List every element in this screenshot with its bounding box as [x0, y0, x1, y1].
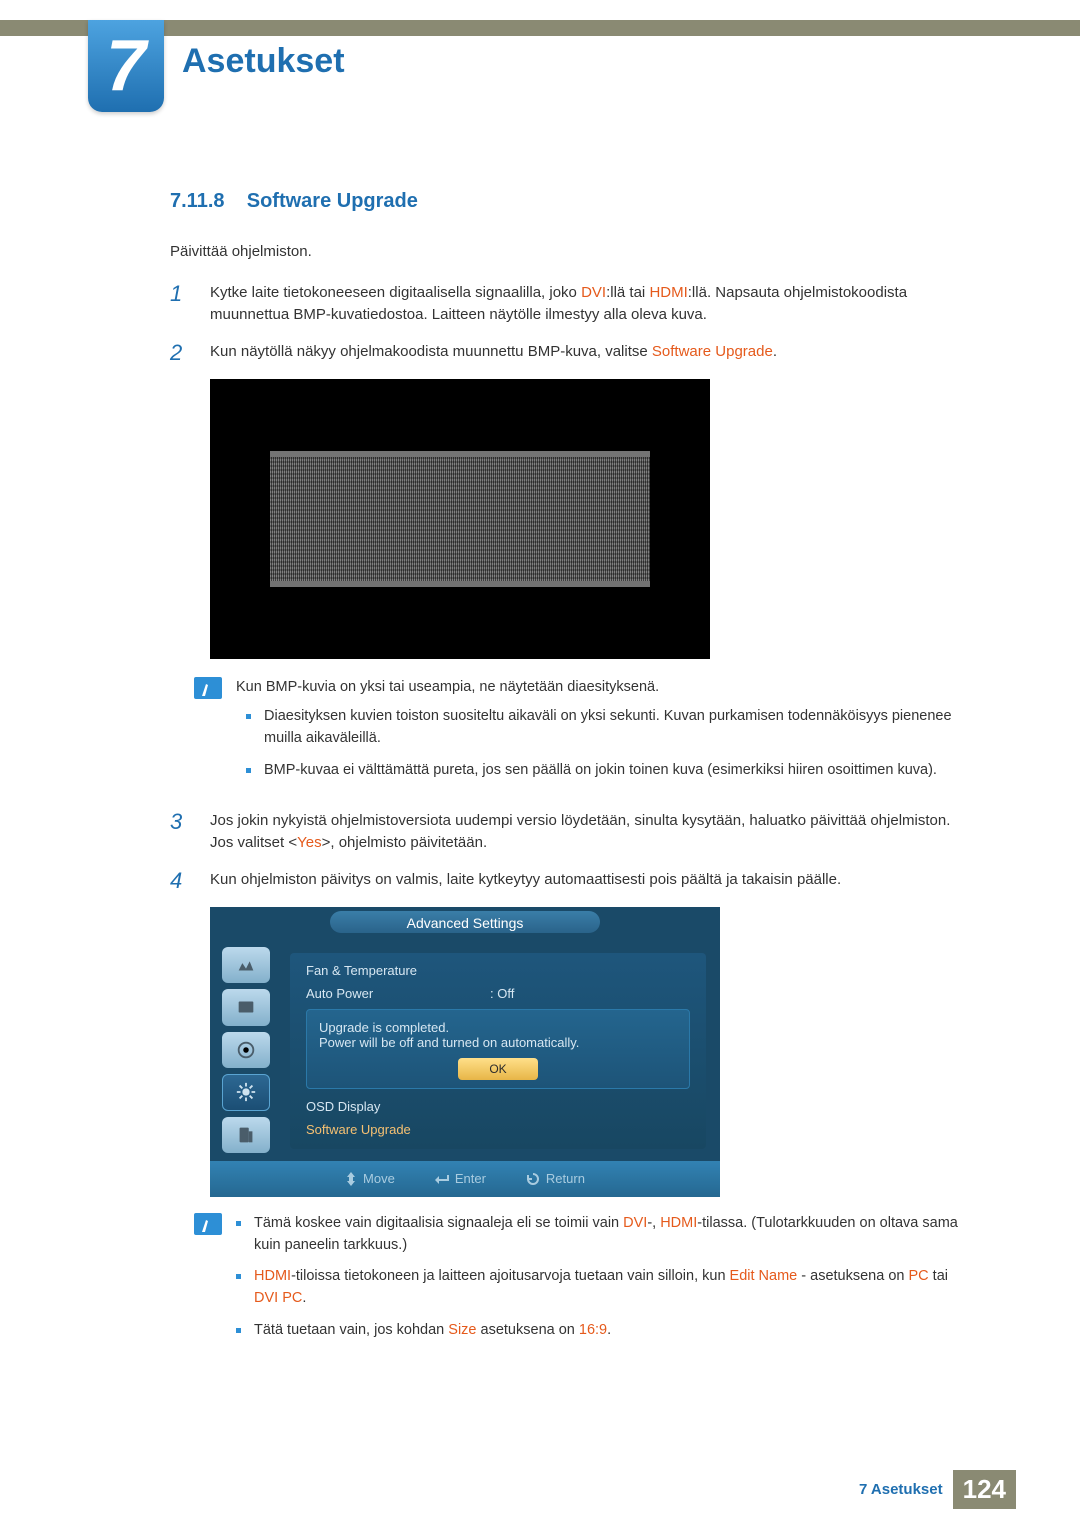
osd-side-picture-icon[interactable] — [222, 947, 270, 983]
osd-hint-move: Move — [345, 1171, 395, 1186]
osd-main-panel: Fan & Temperature Auto Power : Off Upgra… — [290, 953, 706, 1149]
osd-side-info-icon[interactable] — [222, 1117, 270, 1153]
page-number: 124 — [953, 1470, 1016, 1509]
osd-ok-button[interactable]: OK — [458, 1058, 538, 1080]
figure-osd-screenshot: Advanced Settings Fan & Temperature Auto… — [210, 907, 720, 1197]
step-4: 4 Kun ohjelmiston päivitys on valmis, la… — [170, 869, 960, 893]
footer-breadcrumb: 7 Asetukset — [859, 1481, 943, 1498]
note-bullet: HDMI-tiloissa tietokoneen ja laitteen aj… — [254, 1266, 960, 1310]
note-bullets: Tämä koskee vain digitaalisia signaaleja… — [236, 1213, 960, 1342]
osd-dialog-line1: Upgrade is completed. — [319, 1020, 677, 1035]
step-3-text: Jos jokin nykyistä ohjelmistoversiota uu… — [210, 810, 960, 855]
note-block-2: Tämä koskee vain digitaalisia signaaleja… — [194, 1213, 960, 1352]
chapter-title: Asetukset — [182, 42, 345, 81]
osd-title-bar: Advanced Settings — [210, 907, 720, 939]
osd-dialog-line2: Power will be off and turned on automati… — [319, 1035, 677, 1050]
osd-side-radar-icon[interactable] — [222, 1032, 270, 1068]
note-lead: Kun BMP-kuvia on yksi tai useampia, ne n… — [236, 677, 960, 699]
osd-hint-return: Return — [526, 1171, 585, 1186]
note-bullet: Tämä koskee vain digitaalisia signaaleja… — [254, 1213, 960, 1257]
section-title: Software Upgrade — [247, 190, 418, 212]
step-1: 1 Kytke laite tietokoneeseen digitaalise… — [170, 282, 960, 327]
osd-dialog: Upgrade is completed. Power will be off … — [306, 1009, 690, 1089]
page-footer: 7 Asetukset 124 — [0, 1470, 1080, 1509]
chapter-badge: 7 — [88, 20, 164, 112]
step-number: 4 — [170, 869, 192, 893]
step-3: 3 Jos jokin nykyistä ohjelmistoversiota … — [170, 810, 960, 855]
osd-title: Advanced Settings — [407, 915, 524, 931]
step-2: 2 Kun näytöllä näkyy ohjelmakoodista muu… — [170, 341, 960, 365]
highlight-dvi: DVI — [623, 1215, 647, 1231]
osd-side-settings-icon[interactable] — [222, 1074, 270, 1110]
osd-hint-enter: Enter — [435, 1171, 486, 1186]
highlight-size: Size — [448, 1322, 476, 1338]
section-heading: 7.11.8 Software Upgrade — [170, 190, 960, 213]
highlight-16-9: 16:9 — [579, 1322, 607, 1338]
note-body: Kun BMP-kuvia on yksi tai useampia, ne n… — [236, 677, 960, 792]
page-content: 7.11.8 Software Upgrade Päivittää ohjelm… — [170, 190, 960, 1370]
note-body: Tämä koskee vain digitaalisia signaaleja… — [236, 1213, 960, 1352]
step-1-text: Kytke laite tietokoneeseen digitaalisell… — [210, 282, 960, 327]
chapter-number: 7 — [106, 25, 146, 107]
note-icon — [194, 677, 222, 699]
note-icon — [194, 1213, 222, 1235]
highlight-hdmi: HDMI — [254, 1268, 291, 1284]
osd-row-software-upgrade[interactable]: Software Upgrade — [306, 1122, 690, 1137]
highlight-pc: PC — [909, 1268, 929, 1284]
highlight-edit-name: Edit Name — [730, 1268, 798, 1284]
figure-bmp-static — [210, 379, 710, 659]
static-noise-area — [270, 451, 650, 587]
osd-row-fan[interactable]: Fan & Temperature — [306, 963, 690, 978]
osd-row-auto-power[interactable]: Auto Power : Off — [306, 986, 690, 1001]
osd-sidebar — [222, 947, 274, 1153]
step-number: 1 — [170, 282, 192, 327]
osd-auto-power-value: : Off — [490, 986, 514, 1001]
highlight-dvi-pc: DVI PC — [254, 1290, 302, 1306]
osd-side-screen-icon[interactable] — [222, 989, 270, 1025]
note-block-1: Kun BMP-kuvia on yksi tai useampia, ne n… — [194, 677, 960, 792]
step-number: 3 — [170, 810, 192, 855]
step-2-text: Kun näytöllä näkyy ohjelmakoodista muunn… — [210, 341, 960, 365]
note-bullet: Tätä tuetaan vain, jos kohdan Size asetu… — [254, 1320, 960, 1342]
highlight-hdmi: HDMI — [649, 284, 687, 301]
highlight-hdmi: HDMI — [660, 1215, 697, 1231]
highlight-dvi: DVI — [581, 284, 606, 301]
step-4-text: Kun ohjelmiston päivitys on valmis, lait… — [210, 869, 960, 893]
highlight-yes: Yes — [297, 834, 321, 851]
highlight-software-upgrade: Software Upgrade — [652, 343, 773, 360]
note-bullet: Diaesityksen kuvien toiston suositeltu a… — [264, 706, 960, 750]
note-bullet: BMP-kuvaa ei välttämättä pureta, jos sen… — [264, 760, 960, 782]
step-number: 2 — [170, 341, 192, 365]
intro-paragraph: Päivittää ohjelmiston. — [170, 241, 960, 264]
note-bullets: Diaesityksen kuvien toiston suositeltu a… — [236, 706, 960, 781]
section-number: 7.11.8 — [170, 190, 225, 212]
osd-row-osd-display[interactable]: OSD Display — [306, 1099, 690, 1114]
osd-footer: Move Enter Return — [210, 1161, 720, 1197]
